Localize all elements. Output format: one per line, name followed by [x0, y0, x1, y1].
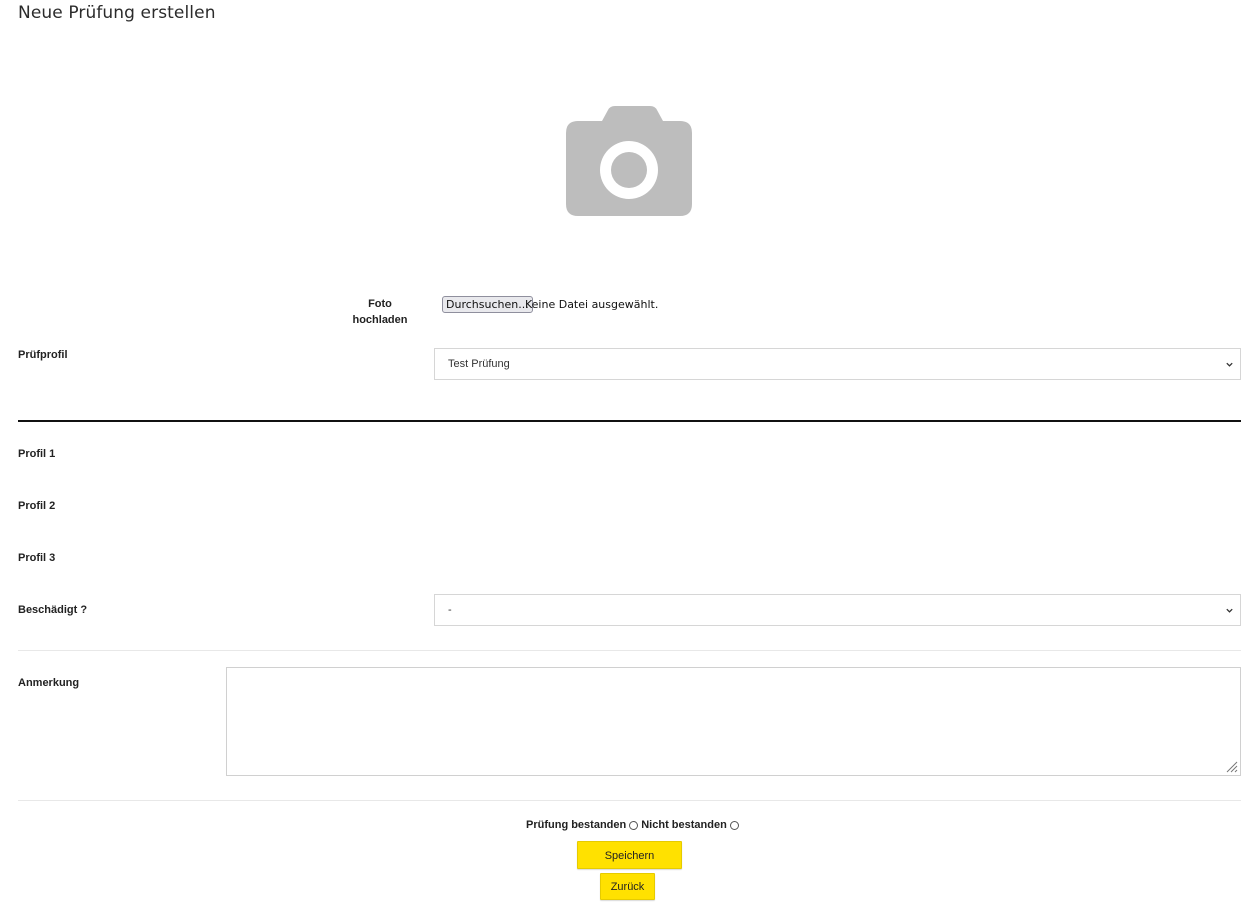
- divider: [18, 800, 1241, 801]
- failed-label: Nicht bestanden: [641, 819, 727, 831]
- chevron-down-icon: [1226, 608, 1233, 613]
- beschaedigt-select[interactable]: -: [434, 594, 1241, 626]
- profil-1-label: Profil 1: [18, 448, 56, 460]
- pruefprofil-select[interactable]: Test Prüfung: [434, 348, 1241, 380]
- divider: [18, 650, 1241, 651]
- file-status-text: Keine Datei ausgewählt.: [525, 298, 659, 311]
- profil-2-label: Profil 2: [18, 500, 56, 512]
- result-radio-group: Prüfung bestanden Nicht bestanden: [526, 818, 742, 832]
- profil-3-label: Profil 3: [18, 552, 56, 564]
- passed-radio[interactable]: [629, 820, 639, 830]
- resize-grip-icon[interactable]: [1225, 760, 1238, 773]
- photo-upload-label: Foto hochladen: [352, 298, 408, 326]
- page-title: Neue Prüfung erstellen: [18, 3, 216, 23]
- back-button[interactable]: Zurück: [600, 873, 655, 900]
- pruefprofil-selected-value: Test Prüfung: [448, 358, 510, 370]
- beschaedigt-selected-value: -: [448, 604, 452, 616]
- anmerkung-label: Anmerkung: [18, 677, 80, 689]
- save-button[interactable]: Speichern: [577, 841, 682, 869]
- pruefprofil-label: Prüfprofil: [18, 349, 68, 361]
- section-divider: [18, 420, 1241, 422]
- chevron-down-icon: [1226, 362, 1233, 367]
- failed-radio[interactable]: [729, 820, 739, 830]
- browse-button[interactable]: Durchsuchen...: [442, 296, 533, 313]
- camera-icon: [566, 106, 692, 216]
- anmerkung-textarea[interactable]: [226, 667, 1241, 776]
- passed-label: Prüfung bestanden: [526, 819, 627, 831]
- beschaedigt-label: Beschädigt ?: [18, 604, 88, 616]
